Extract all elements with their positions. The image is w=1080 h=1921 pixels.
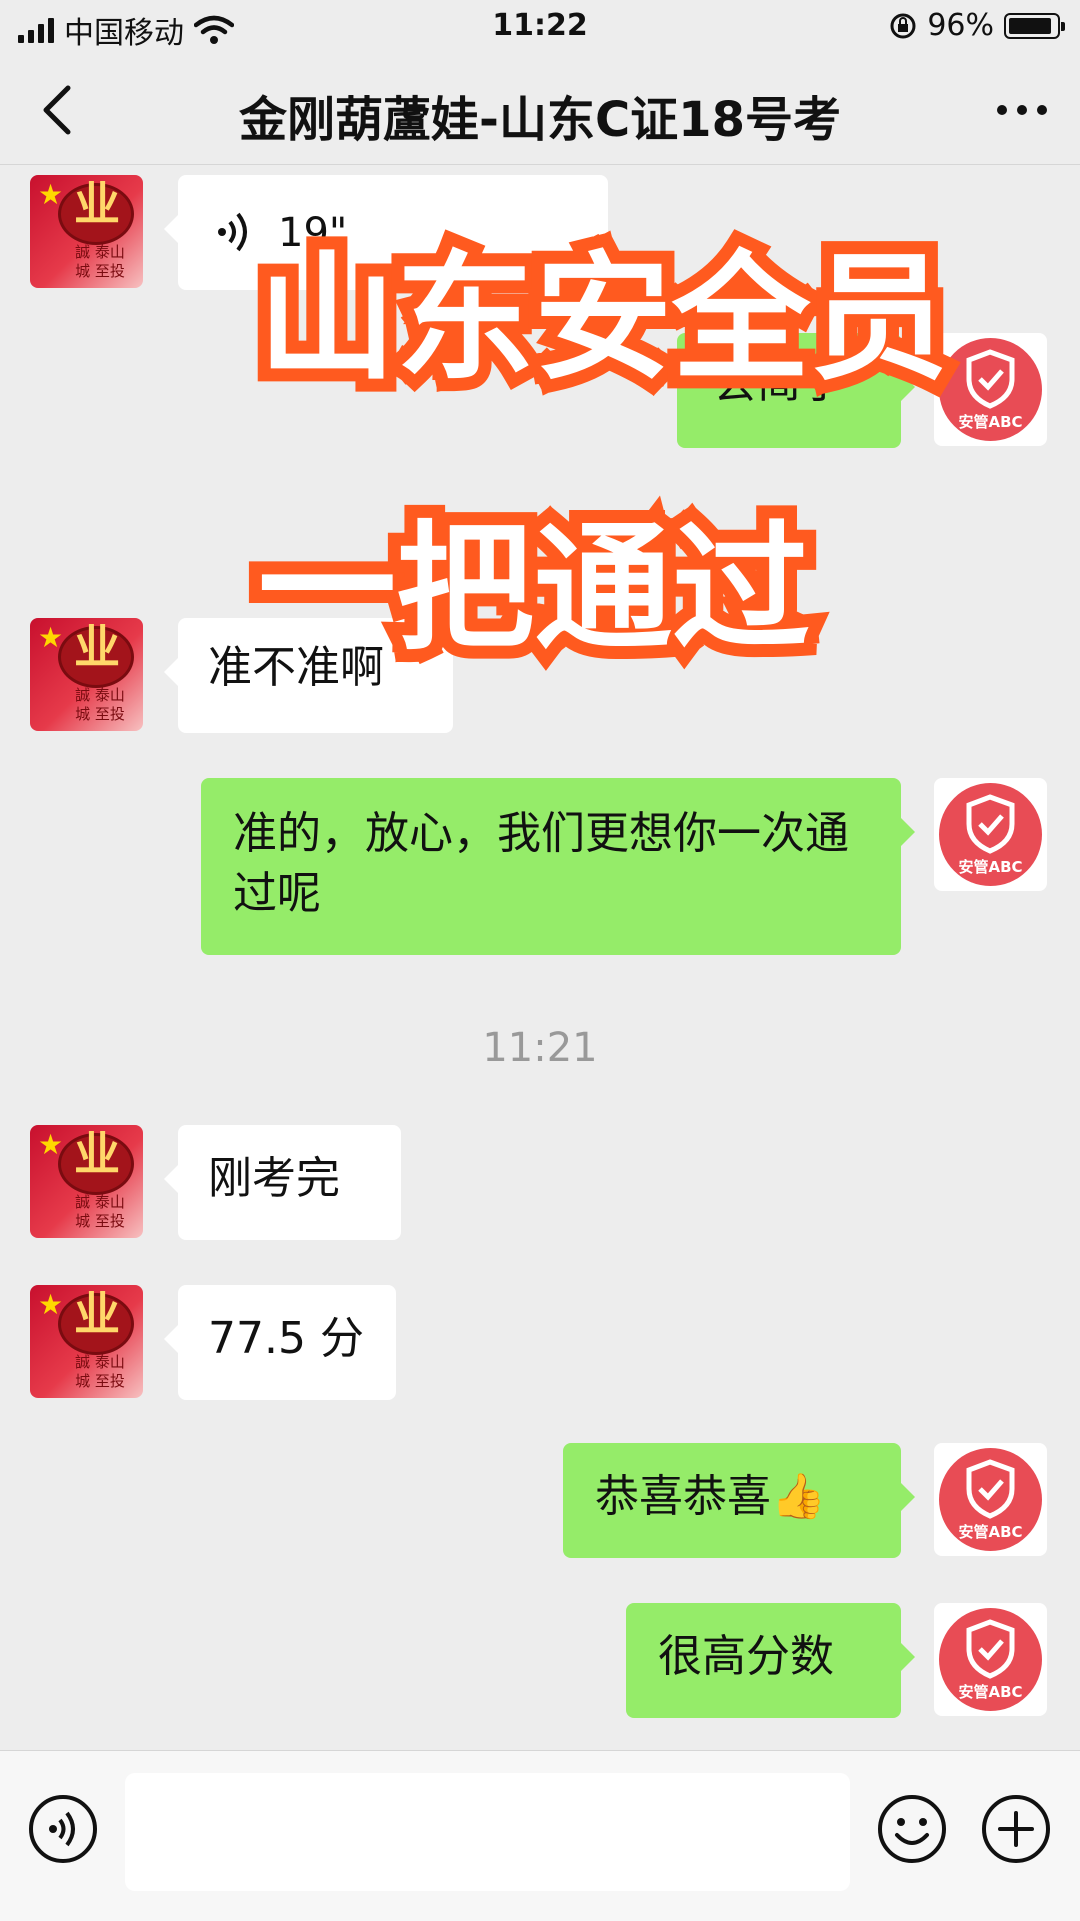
plus-icon[interactable] (980, 1793, 1052, 1865)
rotation-lock-icon (890, 13, 916, 38)
chevron-left-icon[interactable] (28, 78, 92, 142)
overlay-headline: 山东安全员 (245, 237, 961, 401)
chat-timestamp: 11:21 (482, 1025, 598, 1071)
chat-title: 金刚葫蘆娃-山东C证18号考 (239, 92, 841, 148)
status-right: 96% (889, 8, 1065, 43)
avatar-motto: 誠 泰山 城 至投 (75, 686, 125, 723)
message-input[interactable] (125, 1773, 850, 1891)
battery-icon (1004, 12, 1065, 39)
status-bar: 中国移动 11:22 96% (0, 0, 1080, 54)
voice-wave-icon (218, 212, 247, 252)
chat-input-bar (0, 1750, 1080, 1921)
avatar-motto: 誠 泰山 城 至投 (75, 1193, 125, 1230)
sent-message-bubble[interactable]: 很高分数 (626, 1603, 915, 1718)
avatar-motto: 誠 泰山 城 至投 (75, 243, 125, 280)
avatar-label: 安管ABC (958, 858, 1023, 876)
contact-avatar[interactable]: ★ 业 誠 泰山 城 至投 (30, 1285, 143, 1398)
chat-message-list[interactable]: ★ 业 誠 泰山 城 至投 19" 安管ABC 会简了 ★ 业 誠 泰山 城 至投 … (0, 165, 1080, 1750)
my-avatar[interactable]: 安管ABC (934, 1443, 1047, 1556)
message-text: 77.5 分 (208, 1313, 364, 1364)
my-avatar[interactable]: 安管ABC (934, 1603, 1047, 1716)
nav-bar: 金刚葫蘆娃-山东C证18号考 (0, 54, 1080, 165)
message-text: 恭喜恭喜👍 (595, 1471, 826, 1522)
avatar-label: 安管ABC (958, 1523, 1023, 1541)
my-avatar[interactable]: 安管ABC (934, 333, 1047, 446)
voice-input-icon[interactable] (27, 1793, 99, 1865)
contact-avatar[interactable]: ★ 业 誠 泰山 城 至投 (30, 618, 143, 731)
contact-avatar[interactable]: ★ 业 誠 泰山 城 至投 (30, 175, 143, 288)
message-text: 很高分数 (658, 1631, 834, 1682)
received-message-bubble[interactable]: 刚考完 (164, 1125, 401, 1240)
avatar-motto: 誠 泰山 城 至投 (75, 1353, 125, 1390)
battery-percent: 96% (927, 8, 994, 43)
message-text: 刚考完 (208, 1153, 340, 1204)
my-avatar[interactable]: 安管ABC (934, 778, 1047, 891)
avatar-label: 安管ABC (958, 1683, 1023, 1701)
sent-message-bubble[interactable]: 恭喜恭喜👍 (563, 1443, 915, 1558)
avatar-label: 安管ABC (958, 413, 1023, 431)
overlay-subheadline: 一把通过 (245, 507, 823, 671)
sent-message-bubble[interactable]: 准的，放心，我们更想你一次通过呢 (201, 778, 915, 955)
received-message-bubble[interactable]: 77.5 分 (164, 1285, 396, 1400)
emoji-icon[interactable] (876, 1793, 948, 1865)
message-text: 准的，放心，我们更想你一次通过呢 (233, 808, 849, 919)
contact-avatar[interactable]: ★ 业 誠 泰山 城 至投 (30, 1125, 143, 1238)
more-dots-icon[interactable] (986, 78, 1058, 142)
